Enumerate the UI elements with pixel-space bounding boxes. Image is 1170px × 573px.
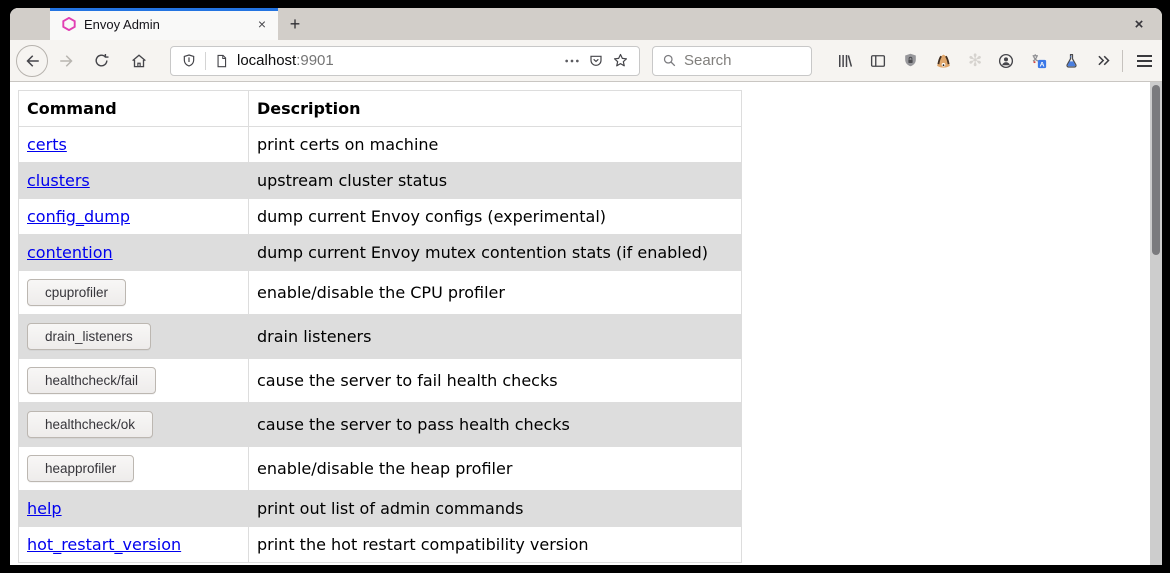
forward-arrow-icon — [58, 52, 76, 70]
flask-icon[interactable] — [1063, 52, 1080, 70]
command-cell: healthcheck/fail — [19, 359, 249, 403]
command-column-header: Command — [19, 91, 249, 127]
table-row: certs print certs on machine — [19, 127, 742, 163]
back-arrow-icon — [23, 52, 41, 70]
command-cell: contention — [19, 235, 249, 271]
menu-icon[interactable] — [1133, 51, 1156, 71]
table-row: help print out list of admin commands — [19, 491, 742, 527]
translate-icon[interactable]: A — [1030, 52, 1048, 70]
search-input[interactable] — [684, 52, 802, 69]
desktop-background: Envoy Admin × + × — [0, 0, 1170, 573]
description-cell: upstream cluster status — [249, 163, 742, 199]
description-cell: cause the server to fail health checks — [249, 359, 742, 403]
back-button[interactable] — [16, 45, 48, 77]
url-host: localhost — [237, 52, 296, 69]
command-button[interactable]: cpuprofiler — [27, 279, 126, 306]
table-row: healthcheck/ok cause the server to pass h… — [19, 403, 742, 447]
page-content: Command Description certs print certs on … — [10, 82, 1162, 565]
table-row: hot_restart_version print the hot restart… — [19, 527, 742, 563]
description-cell: cause the server to pass health checks — [249, 403, 742, 447]
extension-dim-icon[interactable]: ✻ — [968, 52, 982, 69]
new-tab-button[interactable]: + — [278, 8, 312, 40]
scrollbar-thumb[interactable] — [1152, 85, 1160, 255]
tab-close-icon[interactable]: × — [254, 16, 270, 32]
tab-strip-lead — [10, 8, 50, 40]
table-row: drain_listeners drain listeners — [19, 315, 742, 359]
privacy-badger-icon[interactable] — [934, 52, 953, 70]
window-close-button[interactable]: × — [1120, 8, 1158, 40]
command-cell: config_dump — [19, 199, 249, 235]
command-link[interactable]: certs — [27, 135, 67, 154]
page-icon[interactable] — [214, 53, 229, 69]
command-link[interactable]: help — [27, 499, 62, 518]
command-cell: help — [19, 491, 249, 527]
command-link[interactable]: contention — [27, 243, 113, 262]
url-text[interactable]: localhost:9901 — [237, 52, 556, 69]
page-actions-icon[interactable] — [564, 58, 580, 64]
forward-button[interactable] — [52, 46, 82, 76]
command-button[interactable]: healthcheck/fail — [27, 367, 156, 394]
table-row: heapprofiler enable/disable the heap prof… — [19, 447, 742, 491]
table-row: cpuprofiler enable/disable the CPU profil… — [19, 271, 742, 315]
description-cell: print certs on machine — [249, 127, 742, 163]
tracking-protection-shield-icon[interactable] — [181, 53, 197, 69]
description-column-header: Description — [249, 91, 742, 127]
table-row: contention dump current Envoy mutex conte… — [19, 235, 742, 271]
account-icon[interactable] — [997, 52, 1015, 70]
command-button[interactable]: heapprofiler — [27, 455, 134, 482]
home-button[interactable] — [124, 46, 154, 76]
url-port: :9901 — [296, 52, 334, 69]
reload-button[interactable] — [86, 46, 116, 76]
description-cell: dump current Envoy mutex contention stat… — [249, 235, 742, 271]
command-link[interactable]: clusters — [27, 171, 90, 190]
command-button[interactable]: drain_listeners — [27, 323, 151, 350]
overflow-chevron-icon[interactable] — [1095, 52, 1112, 69]
svg-text:A: A — [1040, 61, 1045, 68]
description-cell: enable/disable the heap profiler — [249, 447, 742, 491]
toolbar-extension-area: ✻ A — [836, 52, 1112, 70]
command-cell: hot_restart_version — [19, 527, 249, 563]
description-cell: print out list of admin commands — [249, 491, 742, 527]
envoy-favicon-icon — [62, 17, 76, 31]
sidebar-icon[interactable] — [869, 52, 887, 70]
tab-envoy-admin[interactable]: Envoy Admin × — [50, 8, 278, 40]
command-cell: cpuprofiler — [19, 271, 249, 315]
search-bar[interactable] — [652, 46, 812, 76]
search-icon — [662, 53, 677, 68]
browser-window: Envoy Admin × + × — [10, 8, 1162, 565]
pocket-icon[interactable] — [588, 53, 604, 69]
table-header-row: Command Description — [19, 91, 742, 127]
command-cell: clusters — [19, 163, 249, 199]
tab-strip-space — [312, 8, 1120, 40]
description-cell: dump current Envoy configs (experimental… — [249, 199, 742, 235]
command-table-body: certs print certs on machine clusters upstr… — [19, 127, 742, 563]
envoy-admin-page: Command Description certs print certs on … — [10, 82, 1150, 565]
command-cell: heapprofiler — [19, 447, 249, 491]
home-icon — [130, 52, 148, 70]
vertical-scrollbar[interactable] — [1150, 82, 1162, 565]
command-table: Command Description certs print certs on … — [18, 90, 742, 563]
table-row: healthcheck/fail cause the server to fail… — [19, 359, 742, 403]
reload-icon — [93, 52, 110, 69]
command-link[interactable]: hot_restart_version — [27, 535, 181, 554]
table-row: clusters upstream cluster status — [19, 163, 742, 199]
command-button[interactable]: healthcheck/ok — [27, 411, 153, 438]
command-cell: healthcheck/ok — [19, 403, 249, 447]
description-cell: print the hot restart compatibility vers… — [249, 527, 742, 563]
url-bar[interactable]: localhost:9901 — [170, 46, 640, 76]
extension-shield-lock-icon[interactable] — [902, 52, 919, 69]
command-link[interactable]: config_dump — [27, 207, 130, 226]
tab-bar: Envoy Admin × + × — [10, 8, 1162, 40]
navigation-toolbar: localhost:9901 — [10, 40, 1162, 82]
description-cell: drain listeners — [249, 315, 742, 359]
toolbar-separator — [1122, 50, 1123, 72]
table-row: config_dump dump current Envoy configs (e… — [19, 199, 742, 235]
bookmark-star-icon[interactable] — [612, 52, 629, 69]
urlbar-separator — [205, 52, 206, 70]
tab-title: Envoy Admin — [84, 17, 246, 32]
library-icon[interactable] — [836, 52, 854, 70]
command-cell: drain_listeners — [19, 315, 249, 359]
command-cell: certs — [19, 127, 249, 163]
description-cell: enable/disable the CPU profiler — [249, 271, 742, 315]
